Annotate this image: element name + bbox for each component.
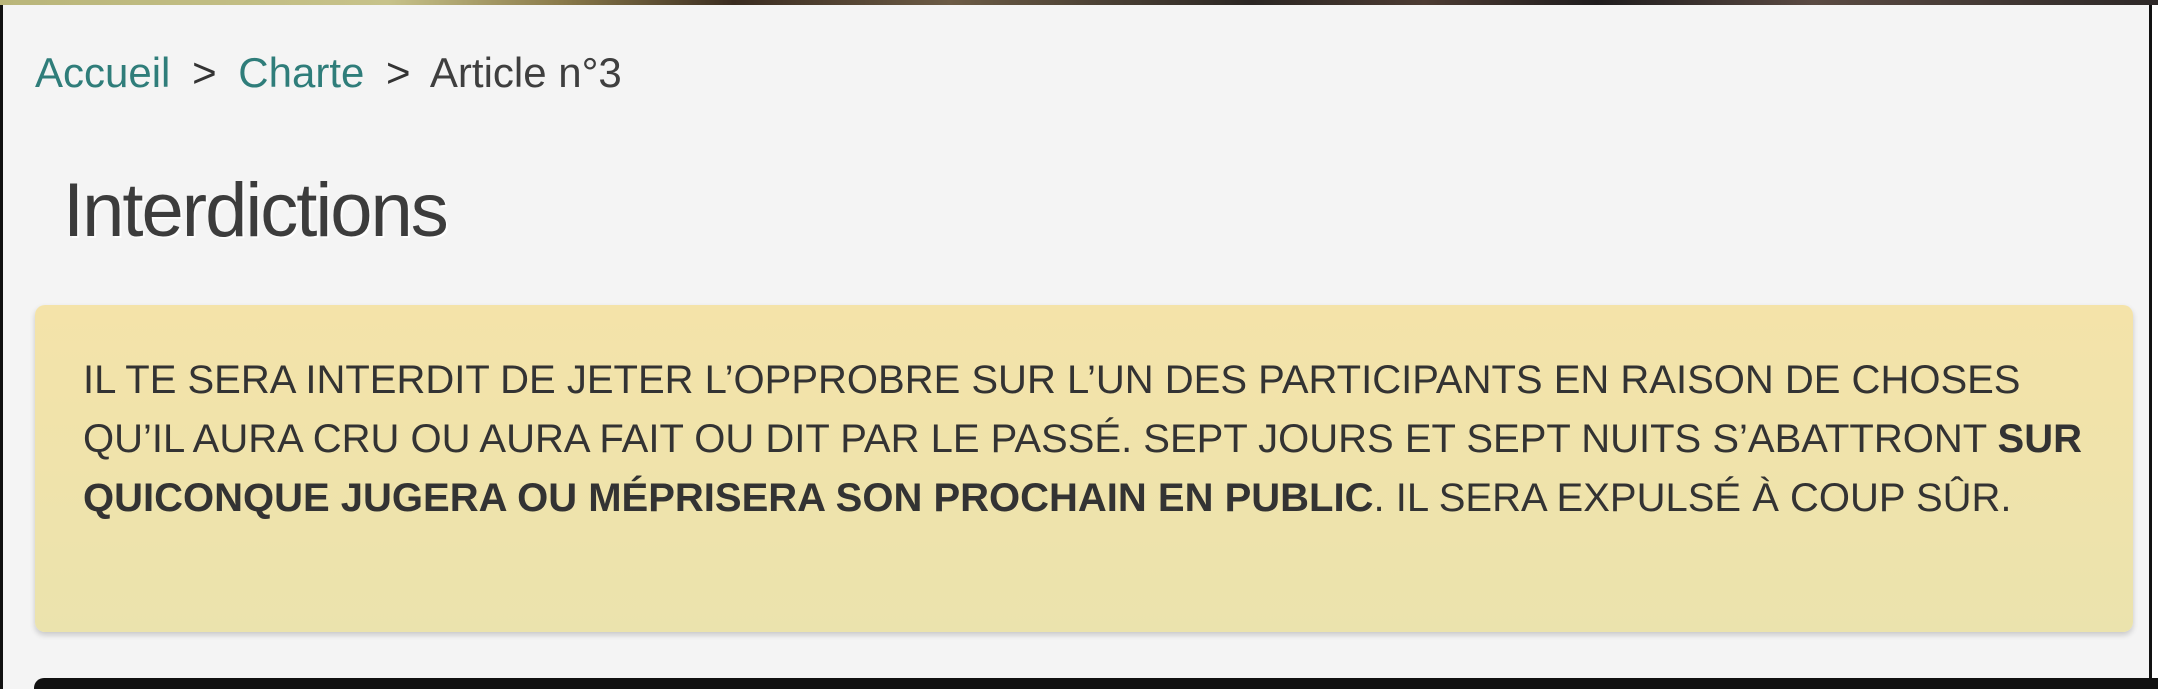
rule-notice-text-start: IL TE SERA INTERDIT DE JETER L’OPPROBRE … xyxy=(83,358,2021,461)
content-panel: Accueil > Charte > Article n°3 Interdict… xyxy=(0,5,2152,689)
breadcrumb-charte-link[interactable]: Charte xyxy=(238,49,364,96)
page-title: Interdictions xyxy=(63,168,449,253)
rule-notice-text: IL TE SERA INTERDIT DE JETER L’OPPROBRE … xyxy=(83,351,2087,528)
next-section-edge xyxy=(34,678,2158,689)
breadcrumb-separator: > xyxy=(386,49,411,96)
rule-notice-text-end: . IL SERA EXPULSÉ À COUP SÛR. xyxy=(1373,476,2012,520)
breadcrumb-home-link[interactable]: Accueil xyxy=(35,49,170,96)
rule-notice-box: IL TE SERA INTERDIT DE JETER L’OPPROBRE … xyxy=(35,305,2133,632)
breadcrumb: Accueil > Charte > Article n°3 xyxy=(35,45,622,101)
breadcrumb-current: Article n°3 xyxy=(429,49,622,96)
breadcrumb-separator: > xyxy=(192,49,217,96)
